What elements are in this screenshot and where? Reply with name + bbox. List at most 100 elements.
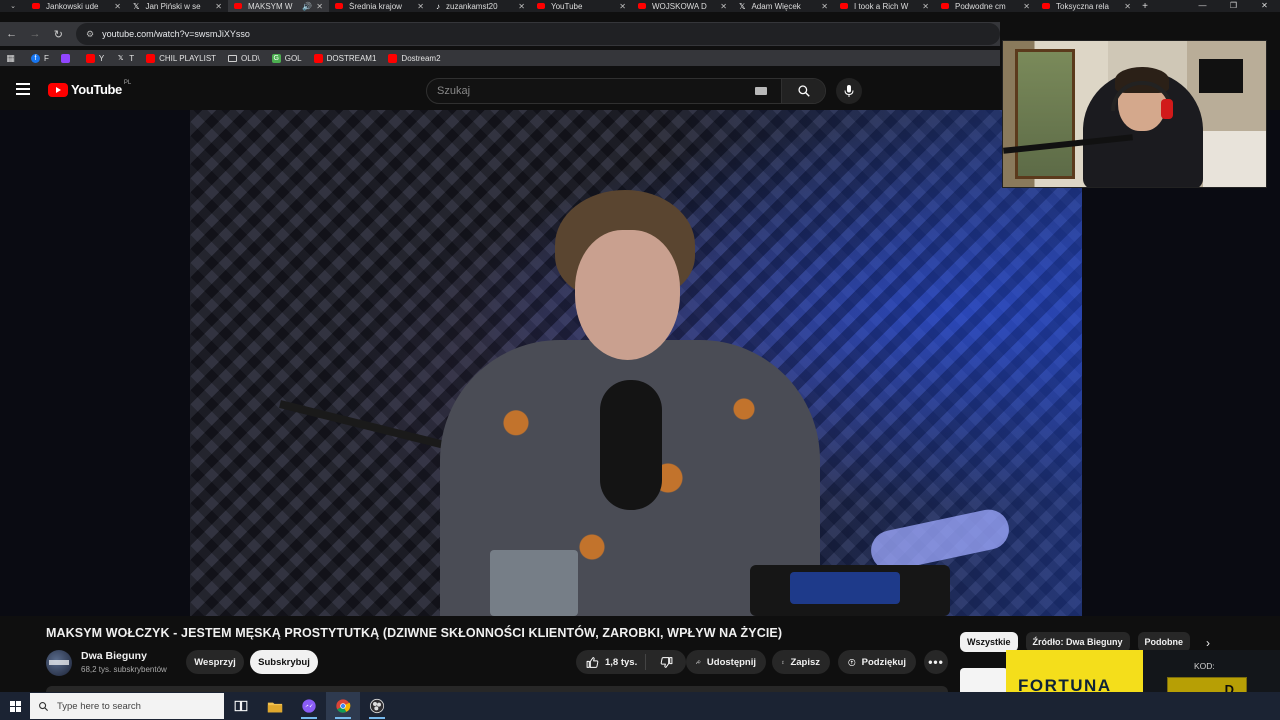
close-window-icon[interactable]: ✕ — [1249, 0, 1280, 12]
task-view-button[interactable] — [224, 692, 258, 720]
site-info-icon[interactable]: ⚙ — [86, 29, 94, 40]
like-button[interactable]: 1,8 tys. — [576, 654, 646, 670]
channel-avatar[interactable] — [46, 650, 72, 676]
facebook-icon: f — [31, 53, 40, 63]
obs-button[interactable] — [360, 692, 394, 720]
close-tab-icon[interactable]: ✕ — [922, 2, 929, 11]
menu-icon[interactable] — [16, 83, 30, 95]
restore-icon[interactable]: ❐ — [1218, 0, 1249, 12]
chrome-button[interactable] — [326, 692, 360, 720]
close-tab-icon[interactable]: ✕ — [1023, 2, 1030, 11]
join-button[interactable]: Wesprzyj — [186, 650, 244, 674]
minimize-icon[interactable]: — — [1187, 0, 1218, 12]
search-icon — [797, 85, 810, 97]
messenger-button[interactable] — [292, 692, 326, 720]
browser-tab[interactable]: 𝕏 Jan Piński w se ✕ — [127, 0, 228, 12]
close-tab-icon[interactable]: ✕ — [821, 2, 828, 11]
chevron-right-icon[interactable]: › — [1206, 636, 1210, 650]
search-input[interactable] — [427, 79, 755, 103]
youtube-icon — [335, 3, 343, 9]
bookmark-item[interactable]: CHIL PLAYLIST — [146, 53, 216, 63]
chip-from-channel[interactable]: Źródło: Dwa Bieguny — [1025, 632, 1130, 652]
close-tab-icon[interactable]: ✕ — [114, 2, 121, 11]
browser-toolbar: ← → ↻ ⚙ youtube.com/watch?v=swsmJiXYsso — [0, 22, 1001, 46]
bookmark-apps[interactable]: ▦ — [6, 53, 19, 63]
thanks-button[interactable]: Podziękuj — [838, 650, 916, 674]
new-tab-button[interactable]: + — [1137, 1, 1153, 12]
keyboard-icon[interactable] — [755, 87, 767, 95]
forward-button[interactable]: → — [23, 23, 46, 45]
bookmark-item[interactable]: fF — [31, 53, 49, 63]
close-tab-icon[interactable]: ✕ — [518, 2, 525, 11]
browser-tab[interactable]: I took a Rich W ✕ — [834, 0, 935, 12]
chip-all[interactable]: Wszystkie — [960, 632, 1018, 652]
bookmark-item[interactable] — [60, 53, 74, 63]
window-controls: — ❐ ✕ — [1187, 0, 1280, 12]
youtube-icon — [234, 3, 242, 9]
browser-tab-active[interactable]: MAKSYM W 🔊 ✕ — [228, 0, 329, 12]
recommended-thumbnail[interactable] — [960, 668, 1008, 692]
tab-title: Toksyczna rela — [1056, 1, 1109, 11]
subscribe-label: Subskrybuj — [258, 656, 310, 668]
save-button[interactable]: Zapisz — [772, 650, 830, 674]
chip-related[interactable]: Podobne — [1137, 632, 1191, 652]
thanks-label: Podziękuj — [861, 656, 906, 668]
tab-title: Podwodne cm — [955, 1, 1006, 11]
reload-button[interactable]: ↻ — [47, 23, 70, 45]
browser-tab[interactable]: Toksyczna rela ✕ — [1036, 0, 1137, 12]
webcam-sofa — [1203, 131, 1266, 187]
close-tab-icon[interactable]: ✕ — [1124, 2, 1131, 11]
back-button[interactable]: ← — [0, 23, 23, 45]
tab-search-icon[interactable]: ⌄ — [0, 0, 26, 12]
bookmark-label: Y — [98, 53, 105, 63]
video-frame[interactable] — [190, 110, 1082, 616]
bookmark-folder[interactable]: OLD\ — [228, 54, 260, 63]
close-tab-icon[interactable]: ✕ — [619, 2, 626, 11]
more-horizontal-icon: ••• — [928, 655, 944, 669]
browser-tab[interactable]: Średnia krajow ✕ — [329, 0, 430, 12]
video-title: MAKSYM WOŁCZYK - JESTEM MĘSKĄ PROSTYTUTK… — [46, 626, 783, 640]
search-box — [426, 78, 826, 104]
share-label: Udostępnij — [706, 656, 756, 668]
youtube-logo[interactable]: YouTube PL — [48, 80, 131, 97]
voice-search-button[interactable] — [836, 78, 862, 104]
bookmark-item[interactable]: DOSTREAM1 — [313, 53, 377, 63]
file-explorer-icon — [267, 702, 283, 712]
browser-tab[interactable]: Podwodne cm ✕ — [935, 0, 1036, 12]
bookmark-item[interactable]: Y — [85, 53, 105, 63]
close-tab-icon[interactable]: ✕ — [417, 2, 424, 11]
address-bar[interactable]: ⚙ youtube.com/watch?v=swsmJiXYsso — [76, 23, 1001, 45]
dislike-button[interactable] — [646, 656, 686, 669]
browser-tab[interactable]: YouTube ✕ — [531, 0, 632, 12]
bookmark-item[interactable]: 𝕏T — [116, 54, 134, 63]
speaker-icon[interactable]: 🔊 — [302, 2, 312, 11]
close-tab-icon[interactable]: ✕ — [720, 2, 727, 11]
taskbar-search[interactable]: Type here to search — [30, 693, 224, 719]
x-icon: 𝕏 — [133, 1, 140, 11]
youtube-icon — [146, 53, 156, 63]
bookmark-label: DOSTREAM1 — [326, 53, 377, 63]
browser-tab[interactable]: Jankowski ude ✕ — [26, 0, 127, 12]
x-icon: 𝕏 — [739, 1, 746, 11]
browser-tab[interactable]: ♪ zuzankamst20 ✕ — [430, 0, 531, 12]
search-button[interactable] — [781, 79, 825, 103]
close-tab-icon[interactable]: ✕ — [215, 2, 222, 11]
file-explorer-button[interactable] — [258, 692, 292, 720]
youtube-icon — [840, 3, 848, 9]
channel-name[interactable]: Dwa Bieguny — [81, 650, 147, 662]
start-button[interactable] — [0, 692, 30, 720]
share-button[interactable]: Udostępnij — [686, 650, 766, 674]
browser-tab[interactable]: 𝕏 Adam Więcek ✕ — [733, 0, 834, 12]
subscribe-button[interactable]: Subskrybuj — [250, 650, 318, 674]
more-actions-button[interactable]: ••• — [924, 650, 948, 674]
messenger-icon — [302, 699, 316, 713]
close-tab-icon[interactable]: ✕ — [316, 2, 323, 11]
youtube-icon — [537, 3, 545, 9]
share-icon — [696, 659, 701, 665]
x-icon: 𝕏 — [117, 55, 124, 62]
youtube-icon — [941, 3, 949, 9]
bookmark-item[interactable]: Dostream2 — [388, 53, 441, 63]
browser-tab[interactable]: WOJSKOWA D ✕ — [632, 0, 733, 12]
like-dislike-group: 1,8 tys. — [576, 650, 686, 674]
bookmark-item[interactable]: G GOL — [271, 53, 302, 63]
